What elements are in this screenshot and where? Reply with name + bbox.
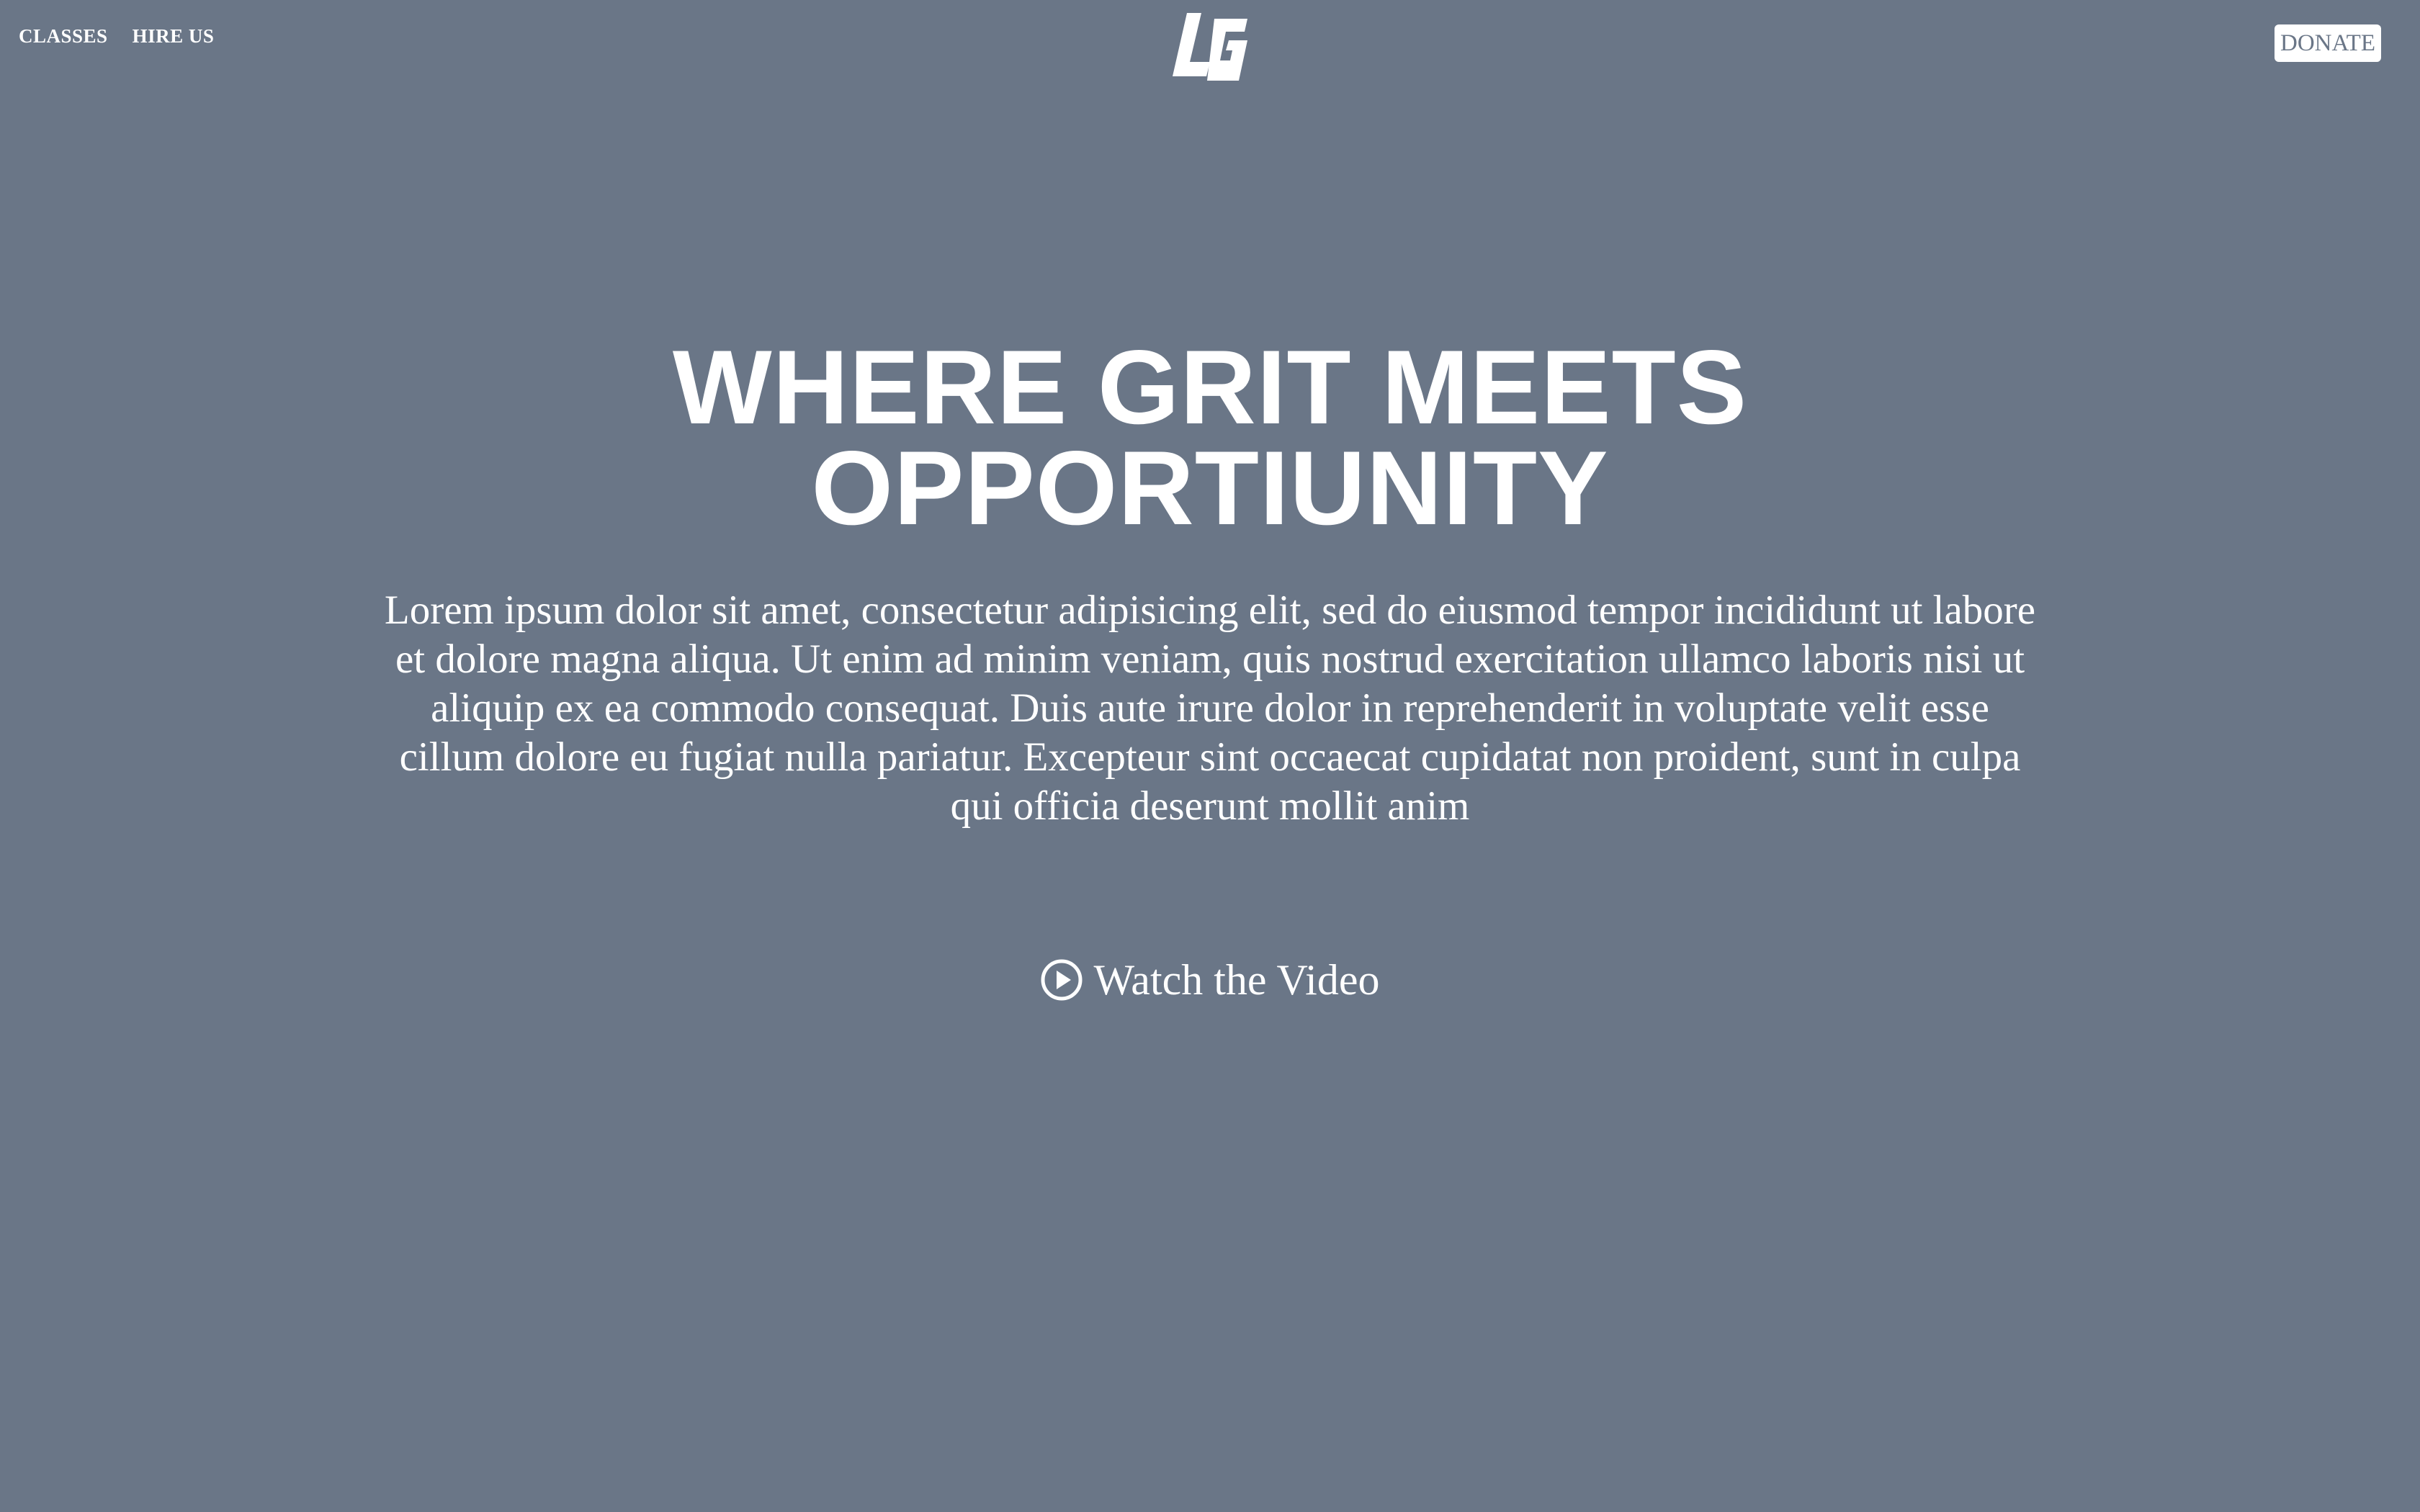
lg-logo-icon[interactable] <box>1170 9 1250 86</box>
nav-link-hire-us[interactable]: HIRE US <box>133 24 215 48</box>
hero-section: WHERE GRIT MEETS OPPORTIUNITY Lorem ipsu… <box>360 328 2060 831</box>
hero-title-line-2: OPPORTIUNITY <box>811 429 1609 546</box>
watch-video-link[interactable]: Watch the Video <box>0 955 2420 1005</box>
hero-description: Lorem ipsum dolor sit amet, consectetur … <box>384 588 2036 829</box>
donate-button[interactable]: DONATE <box>2275 24 2381 62</box>
top-nav: CLASSES HIRE US <box>19 24 214 48</box>
lg-logo-graphic <box>1173 13 1247 81</box>
play-circle-icon <box>1041 959 1083 1001</box>
hero-title-line-1: WHERE GRIT MEETS <box>672 328 1748 446</box>
watch-video-label: Watch the Video <box>1093 956 1380 1004</box>
nav-link-classes[interactable]: CLASSES <box>19 24 108 48</box>
hero-title: WHERE GRIT MEETS OPPORTIUNITY <box>360 328 2060 546</box>
